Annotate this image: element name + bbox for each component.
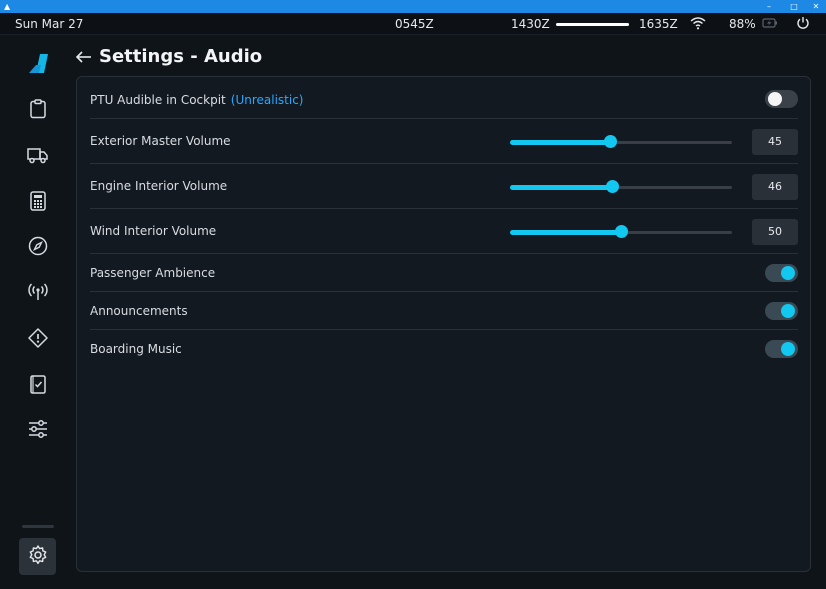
- battery-charging-icon: [762, 16, 778, 33]
- minimize-button[interactable]: –: [757, 0, 781, 13]
- slider-thumb[interactable]: [604, 135, 617, 148]
- engine-interior-volume-value[interactable]: 46: [752, 174, 798, 200]
- wind-interior-volume-slider[interactable]: [510, 225, 732, 239]
- battery-percent: 88%: [729, 17, 756, 31]
- compass-icon[interactable]: [26, 234, 50, 258]
- setting-label: Announcements: [90, 304, 188, 318]
- gear-icon: [27, 544, 49, 570]
- status-bar: Sun Mar 27 0545Z 1430Z 1635Z 88%: [0, 13, 826, 35]
- antenna-icon[interactable]: [26, 280, 50, 304]
- exterior-master-volume-value[interactable]: 45: [752, 129, 798, 155]
- sidebar: [0, 36, 76, 589]
- status-zulu-time: 0545Z: [395, 17, 434, 31]
- setting-row-announcements: Announcements: [90, 292, 798, 330]
- exterior-master-volume-slider[interactable]: [510, 135, 732, 149]
- settings-button[interactable]: [19, 538, 56, 575]
- sliders-icon[interactable]: [26, 417, 50, 441]
- engine-interior-volume-slider[interactable]: [510, 180, 732, 194]
- setting-label: Boarding Music: [90, 342, 182, 356]
- unrealistic-note: (Unrealistic): [230, 93, 304, 107]
- checklist-icon[interactable]: [26, 372, 50, 396]
- toggle-knob: [781, 304, 795, 318]
- page-title: Settings - Audio: [99, 46, 263, 67]
- setting-row-passenger-ambience: Passenger Ambience: [90, 254, 798, 292]
- slider-fill: [510, 230, 621, 235]
- wind-interior-volume-value[interactable]: 50: [752, 219, 798, 245]
- flight-progress-bar: [556, 23, 629, 26]
- calculator-icon[interactable]: [26, 189, 50, 213]
- slider-fill: [510, 185, 612, 190]
- slider-thumb[interactable]: [606, 180, 619, 193]
- setting-row-wind-interior-volume: Wind Interior Volume 50: [90, 209, 798, 254]
- boarding-music-toggle[interactable]: [765, 340, 798, 358]
- flight-progress-fill: [556, 23, 629, 26]
- power-icon[interactable]: [796, 16, 810, 33]
- toggle-knob: [781, 342, 795, 356]
- announcements-toggle[interactable]: [765, 302, 798, 320]
- ptu-audible-toggle[interactable]: [765, 90, 798, 108]
- slider-thumb[interactable]: [615, 225, 628, 238]
- flight-start-time: 1430Z: [511, 17, 550, 31]
- setting-label: PTU Audible in Cockpit (Unrealistic): [90, 92, 303, 108]
- setting-row-boarding-music: Boarding Music: [90, 330, 798, 368]
- setting-label: Engine Interior Volume: [90, 179, 228, 193]
- setting-label: Wind Interior Volume: [90, 224, 217, 238]
- flight-end-time: 1635Z: [639, 17, 678, 31]
- setting-row-exterior-master-volume: Exterior Master Volume 45: [90, 119, 798, 164]
- setting-row-ptu-audible: PTU Audible in Cockpit (Unrealistic): [90, 77, 798, 119]
- back-arrow-icon[interactable]: [74, 47, 94, 67]
- slider-fill: [510, 140, 610, 145]
- setting-label: Exterior Master Volume: [90, 134, 231, 148]
- close-button[interactable]: ✕: [804, 0, 826, 13]
- passenger-ambience-toggle[interactable]: [765, 264, 798, 282]
- airline-logo: [28, 54, 50, 78]
- warning-icon[interactable]: [26, 326, 50, 350]
- clipboard-icon[interactable]: [26, 97, 50, 121]
- toggle-knob: [768, 92, 782, 106]
- settings-panel: PTU Audible in Cockpit (Unrealistic) Exte…: [76, 76, 811, 572]
- setting-label-text: PTU Audible in Cockpit: [90, 93, 226, 107]
- sidebar-divider: [22, 525, 54, 528]
- wifi-icon: [690, 16, 706, 33]
- restore-button[interactable]: □: [782, 0, 806, 13]
- setting-row-engine-interior-volume: Engine Interior Volume 46: [90, 164, 798, 209]
- setting-label: Passenger Ambience: [90, 266, 216, 280]
- truck-icon[interactable]: [26, 143, 50, 167]
- app-icon: ▲: [4, 2, 11, 11]
- window-title-bar: ▲ – □ ✕: [0, 0, 826, 13]
- toggle-knob: [781, 266, 795, 280]
- status-date: Sun Mar 27: [15, 17, 84, 31]
